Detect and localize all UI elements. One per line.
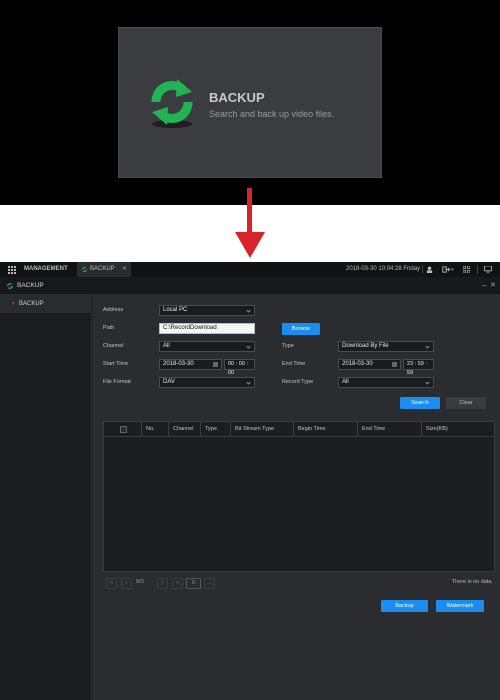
search-button[interactable]: Search <box>400 397 440 409</box>
record-type-label: Record Type <box>282 379 314 385</box>
end-date-field[interactable]: 2018-03-30 <box>338 359 401 370</box>
start-time-value: 00 : 00 : 00 <box>228 361 248 376</box>
page-input[interactable]: 0 <box>186 578 201 589</box>
down-arrow-icon <box>235 188 265 258</box>
record-type-value: All <box>342 379 349 385</box>
chevron-down-icon <box>425 380 430 385</box>
type-label: Type <box>282 343 294 349</box>
chevron-down-icon <box>246 380 251 385</box>
last-page-icon[interactable]: » <box>172 578 183 589</box>
start-date-field[interactable]: 2018-03-30 <box>159 359 222 370</box>
prev-page-icon[interactable]: ‹ <box>121 578 132 589</box>
path-label: Path <box>103 325 115 331</box>
column-header-end-time[interactable]: End Time <box>357 422 385 437</box>
refresh-icon <box>151 79 193 128</box>
file-format-select[interactable]: DAV <box>159 377 255 388</box>
calendar-icon[interactable] <box>213 362 218 367</box>
divider <box>477 265 478 274</box>
backup-tile[interactable]: BACKUP Search and back up video files. <box>118 27 382 178</box>
refresh-icon <box>81 267 88 272</box>
start-date-value: 2018-03-30 <box>163 361 194 367</box>
path-field[interactable]: C:\RecordDownload <box>159 323 255 334</box>
column-header-begin-time[interactable]: Begin Time <box>293 422 326 437</box>
column-header-no[interactable]: No. <box>141 422 155 437</box>
select-all-checkbox[interactable] <box>120 426 127 433</box>
hero-area: BACKUP Search and back up video files. <box>0 0 500 205</box>
address-value: Local PC <box>163 307 188 313</box>
record-type-select[interactable]: All <box>338 377 434 388</box>
logout-icon[interactable] <box>442 266 454 273</box>
table-header: No. Channel Type Bit Stream Type Begin T… <box>104 422 494 437</box>
tab-backup[interactable]: BACKUP ✕ <box>77 262 131 277</box>
window-titlebar: BACKUP – ✕ <box>0 277 500 295</box>
refresh-icon <box>6 283 14 289</box>
chevron-down-icon <box>425 344 430 349</box>
chevron-right-icon: › <box>12 301 14 307</box>
end-time-value: 23 : 59 : 59 <box>407 361 427 376</box>
next-page-icon[interactable]: › <box>157 578 168 589</box>
channel-label: Channel <box>103 343 124 349</box>
sidebar-item-backup[interactable]: › BACKUP <box>0 295 92 313</box>
end-time-label: End Time <box>282 361 306 367</box>
clear-button[interactable]: Clear <box>446 397 486 409</box>
start-time-field[interactable]: 00 : 00 : 00 <box>224 359 255 376</box>
watermark-button[interactable]: Watermark <box>436 600 484 612</box>
backup-button[interactable]: Backup <box>381 600 428 612</box>
path-value: C:\RecordDownload <box>163 325 217 331</box>
address-label: Address <box>103 307 124 313</box>
user-icon[interactable] <box>426 266 433 273</box>
calendar-icon[interactable] <box>392 362 397 367</box>
tab-backup-label: BACKUP <box>90 266 115 272</box>
close-tab-icon[interactable]: ✕ <box>122 262 127 277</box>
sidebar-item-label: BACKUP <box>19 301 44 307</box>
divider <box>422 265 423 274</box>
no-data-status: There is no data. <box>451 579 493 585</box>
minimize-icon[interactable]: – <box>482 277 486 295</box>
chevron-down-icon <box>246 308 251 313</box>
channel-value: All <box>163 343 170 349</box>
column-header-type[interactable]: Type <box>200 422 217 437</box>
monitor-icon[interactable] <box>484 266 492 273</box>
page-count: 0/0 <box>136 579 144 585</box>
start-time-label: Start Time <box>103 361 129 367</box>
go-page-icon[interactable]: → <box>204 578 215 589</box>
datetime: 2018-03-30 10:04:28 Friday <box>346 266 421 272</box>
file-format-label: File Format <box>103 379 131 385</box>
results-table: No. Channel Type Bit Stream Type Begin T… <box>103 421 495 572</box>
top-bar: MANAGEMENT BACKUP ✕ 2018-03-30 10:04:28 … <box>0 262 500 277</box>
column-header-size[interactable]: Size(KB) <box>421 422 494 437</box>
file-format-value: DAV <box>163 379 175 385</box>
type-value: Download By File <box>342 343 389 349</box>
end-time-field[interactable]: 23 : 59 : 59 <box>403 359 434 376</box>
close-icon[interactable]: ✕ <box>490 277 496 295</box>
browse-button[interactable]: Browse <box>282 323 320 335</box>
address-select[interactable]: Local PC <box>159 305 255 316</box>
channel-select[interactable]: All <box>159 341 255 352</box>
grid-layout-icon[interactable] <box>463 266 470 273</box>
column-header-bit-stream-type[interactable]: Bit Stream Type <box>230 422 274 437</box>
tile-subtitle: Search and back up video files. <box>209 109 335 119</box>
window-title: BACKUP <box>17 282 44 289</box>
chevron-down-icon <box>246 344 251 349</box>
tile-title: BACKUP <box>209 90 265 105</box>
column-header-channel[interactable]: Channel <box>168 422 194 437</box>
backup-window: MANAGEMENT BACKUP ✕ 2018-03-30 10:04:28 … <box>0 262 500 700</box>
grid-menu-icon[interactable] <box>8 266 16 274</box>
backup-panel: Address Local PC Path C:\RecordDownload … <box>93 295 500 700</box>
management-tab[interactable]: MANAGEMENT <box>24 262 68 277</box>
sidebar: › BACKUP <box>0 295 92 700</box>
end-date-value: 2018-03-30 <box>342 361 373 367</box>
type-select[interactable]: Download By File <box>338 341 434 352</box>
pagination: « ‹ 0/0 › » 0 → There is no data. <box>103 578 495 590</box>
first-page-icon[interactable]: « <box>106 578 117 589</box>
